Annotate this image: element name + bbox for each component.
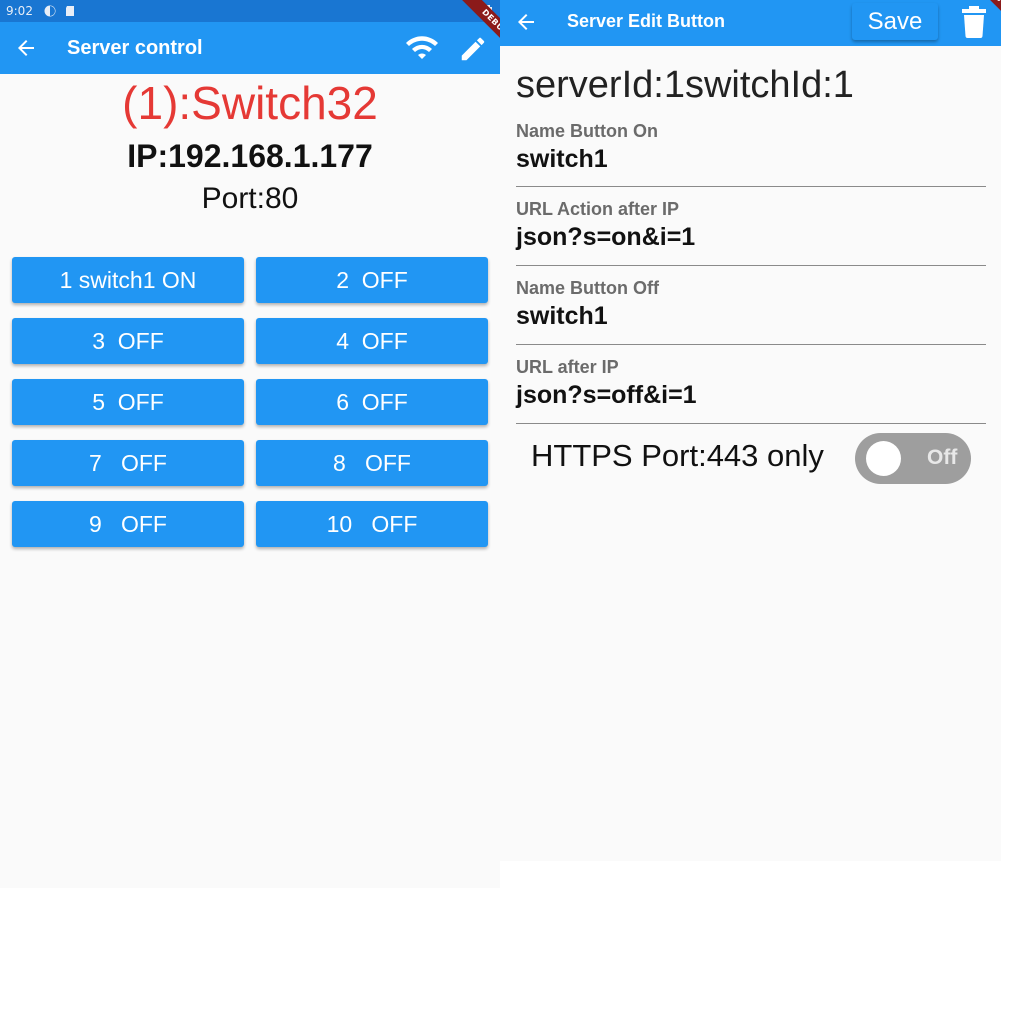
switch-button-6[interactable]: 6 OFF [256, 379, 488, 425]
switch-button-1[interactable]: 1 switch1 ON [12, 257, 244, 303]
switch-button-4[interactable]: 4 OFF [256, 318, 488, 364]
switch-button-2[interactable]: 2 OFF [256, 257, 488, 303]
status-bar: 9:02 [0, 0, 500, 22]
url-action-field[interactable]: URL Action after IP json?s=on&i=1 [516, 199, 986, 266]
sd-card-icon [64, 5, 76, 17]
page-title: Server Edit Button [567, 11, 726, 31]
field-value[interactable]: switch1 [516, 145, 986, 179]
server-port: Port:80 [201, 182, 299, 215]
app-bar: Server Edit Button Save [500, 0, 1001, 46]
back-arrow-icon[interactable] [14, 36, 38, 60]
save-button[interactable]: Save [852, 3, 938, 40]
field-label: Name Button On [516, 121, 658, 141]
server-edit-button-screen: Server Edit Button Save DEBUG serverId:1… [500, 0, 1001, 861]
app-bar: Server control [0, 22, 500, 74]
toggle-state-label: Off [927, 446, 958, 469]
sync-status-icon [44, 5, 56, 17]
field-value[interactable]: json?s=off&i=1 [516, 381, 986, 415]
https-toggle[interactable]: Off [855, 433, 971, 484]
field-value[interactable]: json?s=on&i=1 [516, 223, 986, 257]
back-arrow-icon[interactable] [514, 10, 538, 34]
switch-button-5[interactable]: 5 OFF [12, 379, 244, 425]
switch-button-8[interactable]: 8 OFF [256, 440, 488, 486]
server-name: (1):Switch32 [122, 77, 378, 129]
field-label: Name Button Off [516, 278, 659, 298]
wifi-icon[interactable] [404, 34, 440, 67]
server-control-screen: 9:02 Server control DEBUG (1):Switch32 I… [0, 0, 500, 888]
server-ip: IP:192.168.1.177 [127, 138, 373, 174]
switch-button-7[interactable]: 7 OFF [12, 440, 244, 486]
switch-button-10[interactable]: 10 OFF [256, 501, 488, 547]
switch-button-9[interactable]: 9 OFF [12, 501, 244, 547]
field-label: URL Action after IP [516, 199, 680, 219]
url-after-ip-field[interactable]: URL after IP json?s=off&i=1 [516, 357, 986, 424]
status-time: 9:02 [6, 4, 33, 18]
server-switch-heading: serverId:1switchId:1 [516, 64, 854, 106]
name-button-off-field[interactable]: Name Button Off switch1 [516, 278, 986, 345]
toggle-knob [866, 441, 901, 476]
field-value[interactable]: switch1 [516, 302, 986, 336]
switch-button-3[interactable]: 3 OFF [12, 318, 244, 364]
name-button-on-field[interactable]: Name Button On switch1 [516, 121, 986, 187]
field-label: URL after IP [516, 357, 619, 377]
edit-pencil-icon[interactable] [458, 34, 488, 69]
https-label: HTTPS Port:443 only [531, 438, 824, 473]
page-title: Server control [67, 37, 203, 59]
delete-trash-icon[interactable] [961, 6, 987, 43]
